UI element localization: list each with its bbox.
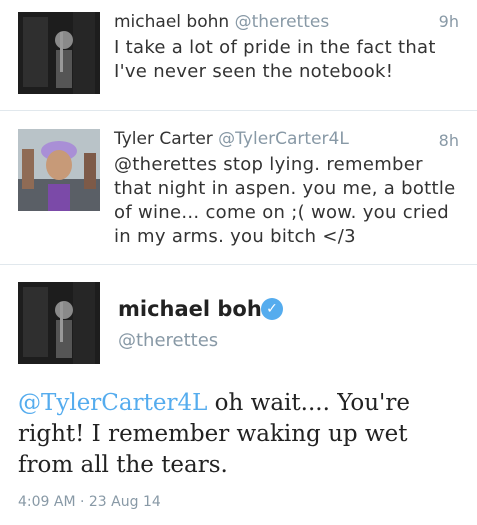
avatar[interactable] — [18, 282, 100, 364]
tweet-text-line: @therettes stop lying. remember — [114, 154, 423, 175]
tweet-time: 9h — [438, 12, 459, 31]
tweet-item[interactable]: Tyler Carter @TylerCarter4L 8h @therette… — [0, 111, 477, 263]
verified-check-icon: ✓ — [261, 298, 283, 320]
tweet-text-line: in my arms. you bitch </3 — [114, 226, 356, 247]
tweet-text-line: that night in aspen. you me, a bottle — [114, 178, 456, 199]
author-handle[interactable]: @therettes — [235, 12, 330, 32]
tweet-text: I take a lot of pride in the fact that I… — [114, 36, 436, 84]
author-line: Tyler Carter @TylerCarter4L — [114, 129, 349, 149]
avatar-photo — [18, 282, 100, 364]
tweet-text: @TylerCarter4L oh wait.... You're right!… — [18, 388, 468, 481]
avatar-photo — [18, 129, 100, 211]
tweet-text-line: I've never seen the notebook! — [114, 61, 394, 82]
tweet-time: 8h — [438, 131, 459, 150]
author-line: michael bohn @therettes — [114, 12, 329, 32]
avatar[interactable] — [18, 129, 100, 211]
avatar-photo — [18, 12, 100, 94]
divider — [0, 264, 477, 265]
author-handle[interactable]: @TylerCarter4L — [218, 129, 349, 149]
author-handle[interactable]: @therettes — [118, 330, 218, 351]
tweet-text-line: I take a lot of pride in the fact that — [114, 37, 436, 58]
author-name[interactable]: Tyler Carter — [114, 129, 213, 149]
avatar[interactable] — [18, 12, 100, 94]
author-name[interactable]: michael bohn — [118, 297, 277, 321]
tweet-text-line: of wine... come on ;( wow. you cried — [114, 202, 449, 223]
tweet-text: @therettes stop lying. remember that nig… — [114, 153, 456, 249]
tweet-item[interactable]: michael bohn @therettes 9h I take a lot … — [0, 0, 477, 110]
tweet-timestamp: 4:09 AM · 23 Aug 14 — [18, 494, 161, 510]
mention-link[interactable]: @TylerCarter4L — [18, 390, 207, 416]
author-name[interactable]: michael bohn — [114, 12, 229, 32]
